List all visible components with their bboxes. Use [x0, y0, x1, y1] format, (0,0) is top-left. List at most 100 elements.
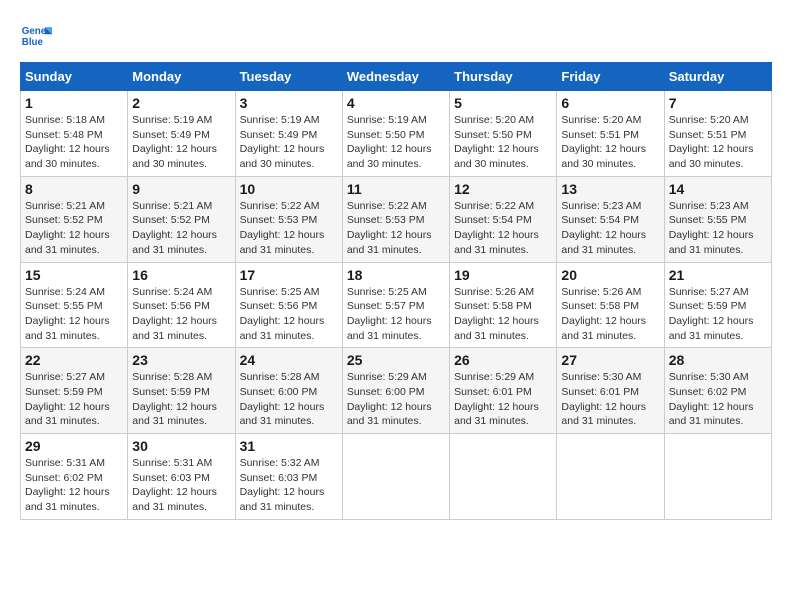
calendar-cell: 25 Sunrise: 5:29 AM Sunset: 6:00 PM Dayl…	[342, 348, 449, 434]
sunset-label: Sunset: 5:59 PM	[669, 300, 747, 312]
calendar-cell: 20 Sunrise: 5:26 AM Sunset: 5:58 PM Dayl…	[557, 262, 664, 348]
calendar-week-5: 29 Sunrise: 5:31 AM Sunset: 6:02 PM Dayl…	[21, 434, 772, 520]
day-info: Sunrise: 5:31 AM Sunset: 6:03 PM Dayligh…	[132, 456, 230, 515]
sunrise-label: Sunrise: 5:20 AM	[454, 114, 534, 126]
daylight-minutes: and 30 minutes.	[132, 158, 207, 170]
sunset-label: Sunset: 6:00 PM	[347, 386, 425, 398]
daylight-label: Daylight: 12 hours	[25, 143, 110, 155]
daylight-label: Daylight: 12 hours	[240, 143, 325, 155]
day-number: 17	[240, 267, 338, 283]
sunset-label: Sunset: 5:58 PM	[561, 300, 639, 312]
sunrise-label: Sunrise: 5:21 AM	[132, 200, 212, 212]
calendar-cell: 31 Sunrise: 5:32 AM Sunset: 6:03 PM Dayl…	[235, 434, 342, 520]
daylight-minutes: and 31 minutes.	[132, 415, 207, 427]
day-number: 28	[669, 352, 767, 368]
daylight-minutes: and 30 minutes.	[25, 158, 100, 170]
sunset-label: Sunset: 5:53 PM	[240, 214, 318, 226]
day-number: 12	[454, 181, 552, 197]
sunrise-label: Sunrise: 5:19 AM	[132, 114, 212, 126]
day-number: 13	[561, 181, 659, 197]
sunrise-label: Sunrise: 5:31 AM	[132, 457, 212, 469]
day-number: 18	[347, 267, 445, 283]
calendar-cell: 27 Sunrise: 5:30 AM Sunset: 6:01 PM Dayl…	[557, 348, 664, 434]
day-info: Sunrise: 5:22 AM Sunset: 5:53 PM Dayligh…	[240, 199, 338, 258]
calendar-cell: 2 Sunrise: 5:19 AM Sunset: 5:49 PM Dayli…	[128, 91, 235, 177]
logo-icon: General Blue	[20, 20, 52, 52]
calendar-cell	[664, 434, 771, 520]
calendar-cell: 24 Sunrise: 5:28 AM Sunset: 6:00 PM Dayl…	[235, 348, 342, 434]
daylight-minutes: and 30 minutes.	[454, 158, 529, 170]
sunset-label: Sunset: 5:49 PM	[240, 129, 318, 141]
calendar-cell: 9 Sunrise: 5:21 AM Sunset: 5:52 PM Dayli…	[128, 176, 235, 262]
sunrise-label: Sunrise: 5:20 AM	[561, 114, 641, 126]
calendar-cell: 10 Sunrise: 5:22 AM Sunset: 5:53 PM Dayl…	[235, 176, 342, 262]
day-info: Sunrise: 5:19 AM Sunset: 5:50 PM Dayligh…	[347, 113, 445, 172]
logo: General Blue	[20, 20, 56, 52]
sunrise-label: Sunrise: 5:30 AM	[669, 371, 749, 383]
sunset-label: Sunset: 5:52 PM	[25, 214, 103, 226]
day-info: Sunrise: 5:20 AM Sunset: 5:50 PM Dayligh…	[454, 113, 552, 172]
sunrise-label: Sunrise: 5:27 AM	[25, 371, 105, 383]
sunrise-label: Sunrise: 5:24 AM	[25, 286, 105, 298]
day-number: 29	[25, 438, 123, 454]
daylight-label: Daylight: 12 hours	[561, 401, 646, 413]
sunrise-label: Sunrise: 5:20 AM	[669, 114, 749, 126]
daylight-label: Daylight: 12 hours	[454, 143, 539, 155]
sunset-label: Sunset: 5:50 PM	[454, 129, 532, 141]
daylight-label: Daylight: 12 hours	[669, 315, 754, 327]
daylight-label: Daylight: 12 hours	[561, 229, 646, 241]
day-info: Sunrise: 5:30 AM Sunset: 6:01 PM Dayligh…	[561, 370, 659, 429]
calendar-header-saturday: Saturday	[664, 63, 771, 91]
daylight-minutes: and 30 minutes.	[347, 158, 422, 170]
calendar-cell: 14 Sunrise: 5:23 AM Sunset: 5:55 PM Dayl…	[664, 176, 771, 262]
calendar-cell: 1 Sunrise: 5:18 AM Sunset: 5:48 PM Dayli…	[21, 91, 128, 177]
calendar-cell: 28 Sunrise: 5:30 AM Sunset: 6:02 PM Dayl…	[664, 348, 771, 434]
daylight-label: Daylight: 12 hours	[454, 315, 539, 327]
calendar-cell: 22 Sunrise: 5:27 AM Sunset: 5:59 PM Dayl…	[21, 348, 128, 434]
day-number: 31	[240, 438, 338, 454]
sunset-label: Sunset: 5:54 PM	[454, 214, 532, 226]
sunrise-label: Sunrise: 5:28 AM	[240, 371, 320, 383]
daylight-label: Daylight: 12 hours	[240, 401, 325, 413]
day-number: 20	[561, 267, 659, 283]
daylight-label: Daylight: 12 hours	[25, 315, 110, 327]
sunrise-label: Sunrise: 5:25 AM	[240, 286, 320, 298]
sunset-label: Sunset: 5:48 PM	[25, 129, 103, 141]
sunset-label: Sunset: 5:55 PM	[25, 300, 103, 312]
day-number: 21	[669, 267, 767, 283]
day-number: 30	[132, 438, 230, 454]
day-info: Sunrise: 5:21 AM Sunset: 5:52 PM Dayligh…	[132, 199, 230, 258]
day-info: Sunrise: 5:29 AM Sunset: 6:00 PM Dayligh…	[347, 370, 445, 429]
daylight-minutes: and 30 minutes.	[669, 158, 744, 170]
daylight-minutes: and 31 minutes.	[669, 330, 744, 342]
day-number: 26	[454, 352, 552, 368]
day-number: 1	[25, 95, 123, 111]
day-info: Sunrise: 5:32 AM Sunset: 6:03 PM Dayligh…	[240, 456, 338, 515]
day-number: 15	[25, 267, 123, 283]
sunrise-label: Sunrise: 5:23 AM	[561, 200, 641, 212]
daylight-minutes: and 31 minutes.	[240, 415, 315, 427]
sunset-label: Sunset: 5:59 PM	[25, 386, 103, 398]
calendar-cell: 15 Sunrise: 5:24 AM Sunset: 5:55 PM Dayl…	[21, 262, 128, 348]
day-number: 2	[132, 95, 230, 111]
calendar-cell: 5 Sunrise: 5:20 AM Sunset: 5:50 PM Dayli…	[450, 91, 557, 177]
calendar-cell: 13 Sunrise: 5:23 AM Sunset: 5:54 PM Dayl…	[557, 176, 664, 262]
daylight-label: Daylight: 12 hours	[25, 229, 110, 241]
daylight-label: Daylight: 12 hours	[669, 401, 754, 413]
day-number: 22	[25, 352, 123, 368]
daylight-minutes: and 31 minutes.	[25, 330, 100, 342]
day-number: 14	[669, 181, 767, 197]
daylight-minutes: and 31 minutes.	[240, 244, 315, 256]
day-info: Sunrise: 5:19 AM Sunset: 5:49 PM Dayligh…	[240, 113, 338, 172]
day-info: Sunrise: 5:23 AM Sunset: 5:55 PM Dayligh…	[669, 199, 767, 258]
day-info: Sunrise: 5:18 AM Sunset: 5:48 PM Dayligh…	[25, 113, 123, 172]
day-number: 19	[454, 267, 552, 283]
page-header: General Blue	[20, 20, 772, 52]
calendar-cell: 6 Sunrise: 5:20 AM Sunset: 5:51 PM Dayli…	[557, 91, 664, 177]
daylight-label: Daylight: 12 hours	[669, 143, 754, 155]
daylight-label: Daylight: 12 hours	[669, 229, 754, 241]
daylight-minutes: and 31 minutes.	[132, 244, 207, 256]
daylight-label: Daylight: 12 hours	[347, 143, 432, 155]
sunset-label: Sunset: 5:49 PM	[132, 129, 210, 141]
calendar-cell: 21 Sunrise: 5:27 AM Sunset: 5:59 PM Dayl…	[664, 262, 771, 348]
